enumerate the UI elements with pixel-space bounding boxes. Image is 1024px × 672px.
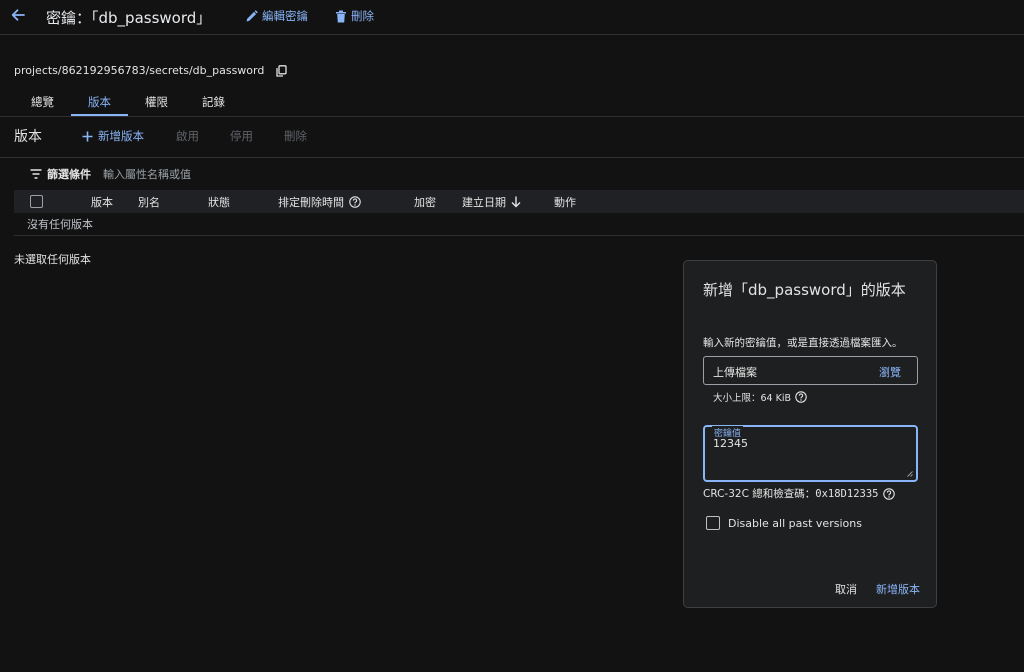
disable-past-versions-option: Disable all past versions [706,516,862,530]
column-created-label: 建立日期 [462,196,506,209]
delete-secret-button[interactable]: 刪除 [335,8,374,24]
tabs-divider [0,116,1024,117]
versions-title: 版本 [14,129,42,145]
select-all-checkbox[interactable] [30,195,43,208]
tab-versions[interactable]: 版本 [71,88,128,116]
crc-value: 0x18D12335 [815,488,879,500]
help-icon[interactable] [883,487,896,500]
selection-status: 未選取任何版本 [14,253,91,266]
resource-path-text: projects/862192956783/secrets/db_passwor… [14,64,265,77]
filter-bar: 篩選條件 [30,165,403,183]
filter-icon [30,169,42,179]
tabs: 總覽 版本 權限 記錄 [14,88,242,116]
empty-table-text: 沒有任何版本 [27,218,93,231]
edit-secret-button[interactable]: 編輯密鑰 [245,8,308,24]
tab-permissions[interactable]: 權限 [128,88,185,115]
tab-logs[interactable]: 記錄 [185,88,242,115]
crc-label: CRC-32C 總和檢查碼： [703,488,816,500]
dialog-actions: 取消 新增版本 [835,581,920,597]
delete-secret-label: 刪除 [351,9,374,23]
column-version-label: 版本 [91,196,113,209]
upload-file-label: 上傳檔案 [713,366,757,379]
column-encryption-label: 加密 [414,196,436,209]
page-title: 密鑰：「db_password」 [46,9,212,27]
column-version[interactable]: 版本 [91,194,113,210]
disable-past-versions-checkbox[interactable] [706,516,720,530]
tab-overview[interactable]: 總覽 [14,88,71,115]
add-version-dialog: 新增「db_password」的版本 輸入新的密鑰值，或是直接透過檔案匯入。 上… [683,260,937,608]
filter-input[interactable] [103,167,403,181]
add-version-submit-button[interactable]: 新增版本 [876,581,920,597]
browse-button[interactable]: 瀏覽 [879,364,901,380]
trash-icon [336,10,346,22]
column-actions: 動作 [554,194,576,210]
size-limit-text: 大小上限：64 KiB [713,393,791,404]
plus-icon [82,131,93,141]
column-alias-label: 別名 [138,196,160,209]
column-status-label: 狀態 [208,196,230,209]
edit-secret-label: 編輯密鑰 [262,9,308,23]
column-actions-label: 動作 [554,196,576,209]
back-button[interactable] [8,5,28,25]
copy-icon[interactable] [276,64,287,77]
help-icon[interactable] [349,196,361,208]
resize-handle-icon[interactable] [906,470,913,477]
size-limit-hint: 大小上限：64 KiB [713,390,807,404]
add-version-label: 新增版本 [98,129,144,143]
toolbar-divider [0,157,1024,158]
dialog-description: 輸入新的密鑰值，或是直接透過檔案匯入。 [703,337,903,349]
arrow-back-icon [11,9,25,21]
disable-past-versions-label: Disable all past versions [728,516,862,530]
delete-version-button[interactable]: 刪除 [284,128,307,144]
pencil-icon [246,9,258,21]
help-icon[interactable] [795,391,807,403]
column-alias[interactable]: 別名 [138,194,160,210]
column-encryption[interactable]: 加密 [414,194,436,210]
upload-file-field[interactable]: 上傳檔案 瀏覽 [703,356,918,385]
sort-arrow-down-icon [511,196,521,208]
filter-label: 篩選條件 [47,168,91,181]
add-version-button[interactable]: 新增版本 [82,128,144,144]
column-scheduled-deletion[interactable]: 排定刪除時間 [278,194,361,210]
column-scheduled-deletion-label: 排定刪除時間 [278,196,344,209]
dialog-title: 新增「db_password」的版本 [703,281,906,299]
column-status[interactable]: 狀態 [208,194,230,210]
secret-value-field: 密鑰值 12345 [703,425,918,482]
secret-value-input[interactable]: 12345 [713,437,909,475]
versions-table-header: 版本 別名 狀態 排定刪除時間 加密 建立日期 動作 [14,190,1024,213]
top-bar: 密鑰：「db_password」 編輯密鑰 刪除 [0,0,1024,35]
cancel-button[interactable]: 取消 [835,581,857,597]
crc-checksum: CRC-32C 總和檢查碼：0x18D12335 [703,486,896,501]
disable-button[interactable]: 停用 [230,128,253,144]
resource-path: projects/862192956783/secrets/db_passwor… [14,64,287,77]
column-created[interactable]: 建立日期 [462,194,521,210]
enable-button[interactable]: 啟用 [176,128,199,144]
empty-table-row: 沒有任何版本 [14,213,1024,236]
